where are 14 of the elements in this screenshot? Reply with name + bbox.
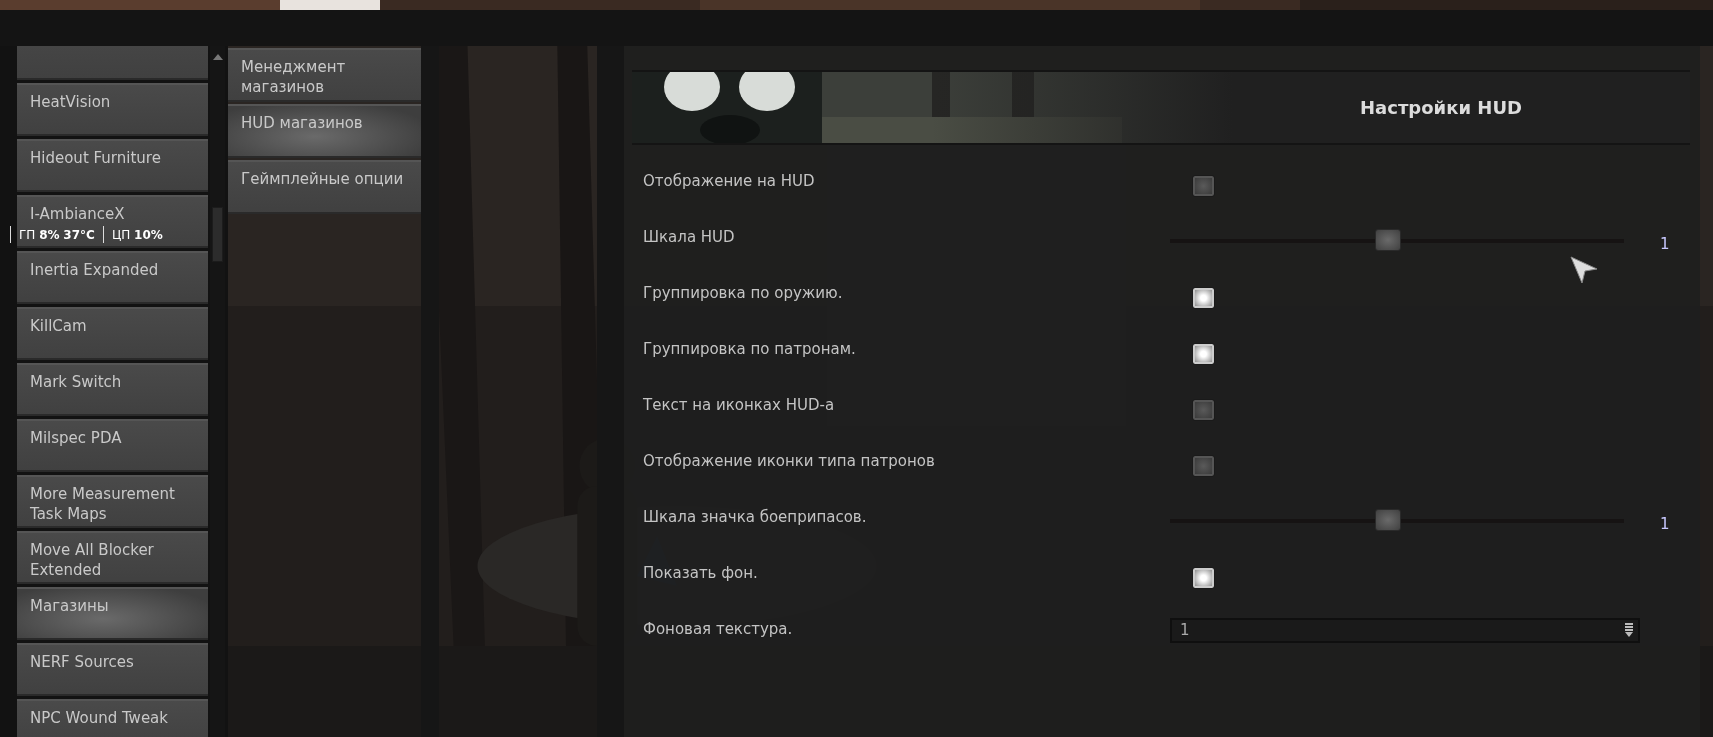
mod-list-item[interactable]: More Measurement Task Maps: [17, 475, 208, 528]
mod-list-item[interactable]: HeatVision: [17, 83, 208, 136]
mod-list-item[interactable]: Mark Switch: [17, 363, 208, 416]
mod-list-item[interactable]: Move All Blocker Extended: [17, 531, 208, 584]
mod-list-item[interactable]: Milspec PDA: [17, 419, 208, 472]
mod-list-item[interactable]: Hideout Furniture: [17, 139, 208, 192]
mod-list-item[interactable]: Inertia Expanded: [17, 251, 208, 304]
mod-list-item[interactable]: Магазины: [17, 587, 208, 640]
mod-list-item[interactable]: NERF Sources: [17, 643, 208, 696]
mod-list-item[interactable]: KillCam: [17, 307, 208, 360]
cpu-stats: ЦП 10%: [111, 227, 163, 242]
gpu-stats: ГП 8% 37°C: [19, 227, 95, 242]
scroll-up-icon[interactable]: [212, 54, 223, 60]
mod-list-item[interactable]: NPC Wound Tweak: [17, 699, 208, 737]
